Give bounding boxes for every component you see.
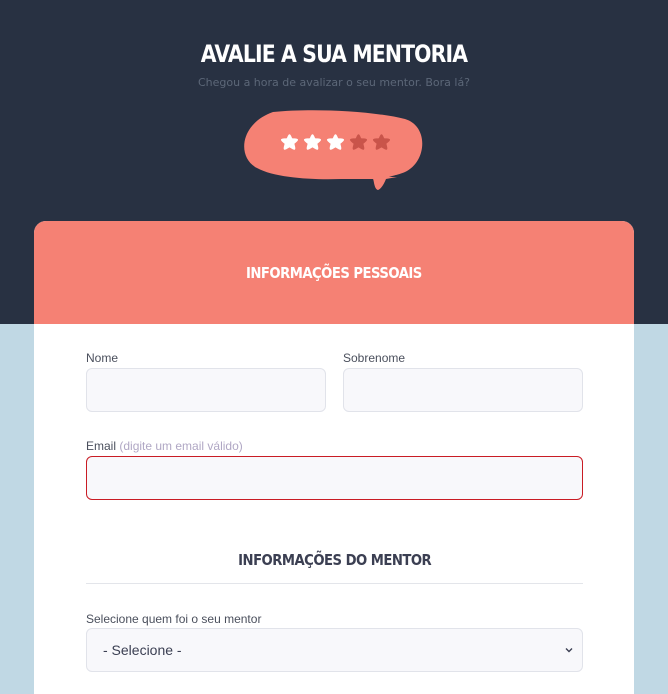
email-hint: (digite um email válido) [119, 439, 243, 453]
evaluation-form-card: INFORMAÇÕES PESSOAIS Nome Sobrenome Emai… [34, 221, 634, 694]
chevron-down-icon [565, 648, 573, 653]
mentor-info-title: INFORMAÇÕES DO MENTOR [86, 551, 583, 569]
last-name-label: Sobrenome [343, 351, 406, 365]
star-icon-empty[interactable] [371, 132, 392, 153]
page-title: AVALIE A SUA MENTORIA [200, 40, 468, 68]
star-icon-filled[interactable] [302, 132, 323, 153]
rating-bubble [243, 110, 425, 192]
mentor-info-title-text: INFORMAÇÕES DO MENTOR [237, 551, 432, 569]
first-name-field[interactable] [86, 368, 326, 412]
email-label: Email (digite um email válido) [86, 439, 243, 453]
star-icon-filled[interactable] [325, 132, 346, 153]
section-divider [86, 583, 583, 584]
first-name-label: Nome [86, 351, 119, 365]
mentor-select[interactable]: - Selecione - [86, 628, 583, 672]
star-icon-filled[interactable] [279, 132, 300, 153]
page-subtitle: Chegou a hora de avalizar o seu mentor. … [197, 76, 471, 89]
mentor-select-label: Selecione quem foi o seu mentor [86, 612, 262, 626]
mentor-select-value: - Selecione - [103, 642, 182, 658]
personal-info-title: INFORMAÇÕES PESSOAIS [246, 263, 422, 282]
email-field[interactable] [86, 456, 583, 500]
email-label-text: Email [86, 439, 117, 453]
personal-info-header: INFORMAÇÕES PESSOAIS [34, 221, 634, 324]
last-name-field[interactable] [343, 368, 583, 412]
star-icon-empty[interactable] [348, 132, 369, 153]
star-rating[interactable] [279, 132, 392, 154]
